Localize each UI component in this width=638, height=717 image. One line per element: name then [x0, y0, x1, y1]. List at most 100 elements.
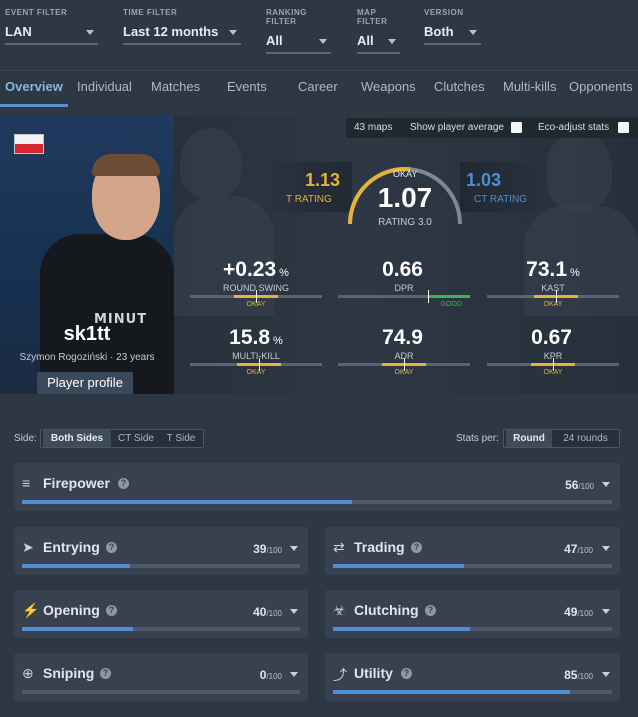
stat-multi-kill: 15.8% MULTI-KILL OKAY	[190, 326, 322, 376]
side-toggle: Both Sides CT Side T Side	[40, 429, 204, 448]
help-icon[interactable]: ?	[411, 542, 422, 553]
stat-label: DPR	[394, 283, 414, 293]
chevron-down-icon	[319, 39, 327, 44]
stat-number: 73.1	[526, 258, 568, 281]
card-bar-fill	[333, 690, 571, 694]
stat-kast: 73.1% KAST OKAY	[487, 258, 619, 308]
player-hair	[92, 154, 160, 176]
tab-weapons[interactable]: Weapons	[361, 79, 416, 94]
chevron-down-icon[interactable]	[602, 672, 610, 677]
maps-count: 43 maps	[354, 122, 393, 133]
side-t-option[interactable]: T Side	[161, 430, 201, 447]
card-title: Sniping	[43, 665, 95, 681]
stat-round-swing: +0.23% ROUND SWING OKAY	[190, 258, 322, 308]
stat-unit: %	[279, 267, 289, 279]
chevron-down-icon[interactable]	[602, 609, 610, 614]
stat-bar	[487, 290, 619, 303]
eco-adjust-checkbox[interactable]	[618, 122, 629, 133]
tab-career[interactable]: Career	[298, 79, 338, 94]
tab-clutches[interactable]: Clutches	[434, 79, 485, 94]
card-score-max: /100	[578, 482, 594, 491]
tab-individual[interactable]: Individual	[77, 79, 132, 94]
stat-value: +0.23%	[190, 258, 322, 284]
time-filter-value: Last 12 months	[123, 24, 219, 39]
event-filter-value: LAN	[5, 24, 32, 39]
time-filter[interactable]: TIME FILTER Last 12 months	[123, 8, 241, 45]
card-utility[interactable]: ⤴ Utility ? 85/100	[325, 653, 620, 701]
help-icon[interactable]: ?	[100, 668, 111, 679]
tab-matches[interactable]: Matches	[151, 79, 200, 94]
t-rating-label: T RATING	[286, 194, 332, 205]
ct-rating-label: CT RATING	[474, 194, 527, 205]
event-filter[interactable]: EVENT FILTER LAN	[5, 8, 98, 45]
help-icon[interactable]: ?	[106, 605, 117, 616]
card-trading[interactable]: ⇄ Trading ? 47/100	[325, 527, 620, 575]
version-filter-value: Both	[424, 24, 454, 39]
help-icon[interactable]: ?	[106, 542, 117, 553]
tab-events[interactable]: Events	[227, 79, 267, 94]
help-icon[interactable]: ?	[118, 478, 129, 489]
side-label: Side:	[14, 433, 37, 444]
stat-bar	[338, 358, 470, 371]
tab-multi-kills[interactable]: Multi-kills	[503, 79, 556, 94]
stat-adr: 74.9 ADR OKAY	[338, 326, 470, 376]
help-icon[interactable]: ?	[425, 605, 436, 616]
stat-number: +0.23	[223, 258, 277, 281]
side-ct-option[interactable]: CT Side	[113, 430, 159, 447]
map-filter-select[interactable]: All	[357, 30, 400, 54]
ranking-filter[interactable]: RANKING FILTER All	[266, 8, 331, 54]
card-bar	[333, 564, 612, 568]
firepower-icon: ≡	[22, 475, 31, 491]
chevron-down-icon[interactable]	[290, 609, 298, 614]
per-24-rounds-option[interactable]: 24 rounds	[554, 430, 617, 447]
per-round-option[interactable]: Round	[506, 430, 552, 447]
time-filter-select[interactable]: Last 12 months	[123, 21, 241, 45]
tab-opponents[interactable]: Opponents	[569, 79, 633, 94]
chevron-down-icon[interactable]	[602, 482, 610, 487]
time-filter-label: TIME FILTER	[123, 8, 178, 17]
stat-bar	[338, 290, 470, 303]
background-silhouette	[546, 130, 612, 210]
entrying-icon: ➤	[22, 539, 34, 555]
card-sniping[interactable]: ⊕ Sniping ? 0/100	[14, 653, 308, 701]
player-profile-button[interactable]: Player profile	[37, 372, 133, 394]
map-filter[interactable]: MAP FILTER All	[357, 8, 400, 54]
card-score-value: 85	[564, 668, 578, 682]
version-filter-select[interactable]: Both	[424, 21, 481, 45]
event-filter-select[interactable]: LAN	[5, 21, 98, 45]
card-score: 56/100	[544, 478, 594, 492]
side-both-option[interactable]: Both Sides	[43, 430, 111, 447]
card-score-value: 56	[565, 478, 579, 492]
stat-bar-marker	[404, 358, 405, 371]
chevron-down-icon[interactable]	[602, 546, 610, 551]
sniping-icon: ⊕	[22, 665, 34, 681]
chevron-down-icon	[229, 30, 237, 35]
ranking-filter-label: RANKING FILTER	[266, 8, 307, 26]
clutching-icon: ☣	[333, 602, 346, 618]
player-nickname: sk1tt	[63, 323, 111, 345]
stat-number: 0.66	[382, 258, 423, 281]
chevron-down-icon[interactable]	[290, 672, 298, 677]
tab-overview[interactable]: Overview	[5, 79, 63, 94]
card-score: 85/100	[543, 668, 593, 682]
player-hero: MINUT sk1tt Szymon Rogoziński · 23 years…	[0, 116, 638, 394]
stat-bar-marker	[553, 358, 554, 371]
card-bar-fill	[22, 627, 134, 631]
utility-icon: ⤴	[333, 667, 347, 683]
ct-rating-value: 1.03	[466, 170, 502, 190]
help-icon[interactable]: ?	[401, 668, 412, 679]
card-clutching[interactable]: ☣ Clutching ? 49/100	[325, 590, 620, 638]
show-average-checkbox[interactable]	[511, 122, 522, 133]
player-card: MINUT sk1tt Szymon Rogoziński · 23 years…	[0, 116, 174, 394]
card-score-max: /100	[266, 672, 282, 681]
card-entrying[interactable]: ➤ Entrying ? 39/100	[14, 527, 308, 575]
ranking-filter-select[interactable]: All	[266, 30, 331, 54]
version-filter[interactable]: VERSION Both	[424, 8, 481, 45]
card-score-max: /100	[266, 609, 282, 618]
card-firepower[interactable]: ≡ Firepower ? 56/100	[14, 463, 620, 511]
stat-value: 0.67	[487, 326, 619, 352]
chevron-down-icon[interactable]	[290, 546, 298, 551]
stat-bar-marker	[555, 290, 557, 303]
card-title: Clutching	[354, 602, 419, 618]
card-opening[interactable]: ⚡ Opening ? 40/100	[14, 590, 308, 638]
